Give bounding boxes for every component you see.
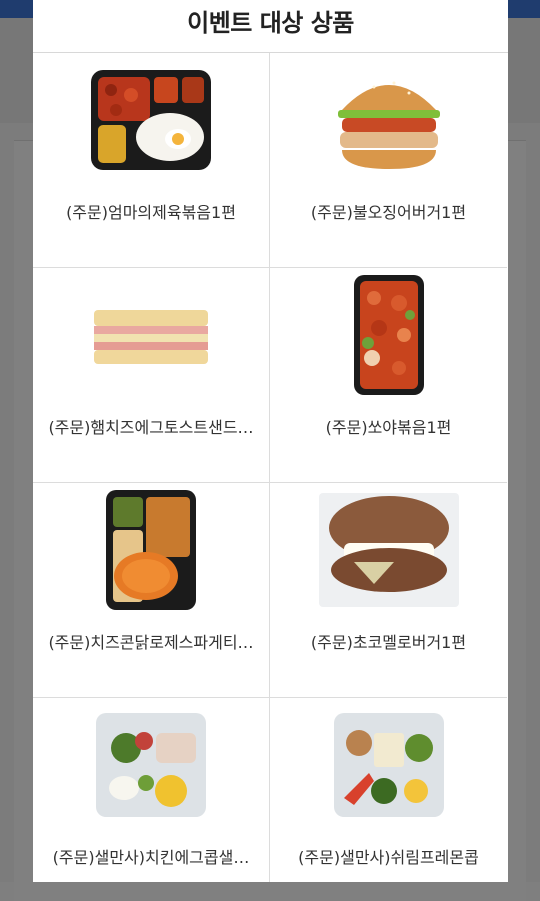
burger-icon [270, 59, 507, 181]
sausage-lunchbox-icon [270, 274, 507, 396]
pasta-lunchbox-icon [33, 489, 269, 611]
product-name: (주문)불오징어버거1편 [310, 203, 467, 222]
product-card[interactable]: (주문)불오징어버거1편 [270, 53, 507, 268]
choco-burger-icon [270, 489, 507, 611]
product-card[interactable]: (주문)햄치즈에그토스트샌드… [33, 268, 270, 483]
product-name: (주문)햄치즈에그토스트샌드… [48, 418, 254, 437]
product-name: (주문)초코멜로버거1편 [310, 633, 467, 652]
product-card[interactable]: (주문)치즈콘닭로제스파게티… [33, 483, 270, 698]
product-card[interactable]: (주문)쏘야볶음1편 [270, 268, 507, 483]
lunchbox-pork-icon [33, 59, 269, 181]
product-name: (주문)엄마의제육볶음1편 [66, 203, 236, 222]
modal-title: 이벤트 대상 상품 [33, 0, 508, 53]
product-card[interactable]: (주문)초코멜로버거1편 [270, 483, 507, 698]
product-name: (주문)샐만사)치킨에그콥샐… [52, 848, 250, 867]
sandwich-icon [33, 274, 269, 396]
product-name: (주문)샐만사)쉬림프레몬콥 [298, 848, 479, 867]
product-name: (주문)쏘야볶음1편 [325, 418, 452, 437]
salad-shrimp-icon [270, 704, 507, 826]
product-grid: (주문)엄마의제육볶음1편 (주문)불오징어버거1편 (주문)햄치즈에그토스트샌… [33, 53, 508, 882]
product-name: (주문)치즈콘닭로제스파게티… [48, 633, 254, 652]
event-products-modal: 이벤트 대상 상품 (주문)엄마의제육볶음1편 (주문)불오징어버거1편 (주문… [33, 0, 508, 882]
salad-chicken-icon [33, 704, 269, 826]
product-card[interactable]: (주문)샐만사)쉬림프레몬콥 [270, 698, 507, 882]
product-card[interactable]: (주문)샐만사)치킨에그콥샐… [33, 698, 270, 882]
product-card[interactable]: (주문)엄마의제육볶음1편 [33, 53, 270, 268]
